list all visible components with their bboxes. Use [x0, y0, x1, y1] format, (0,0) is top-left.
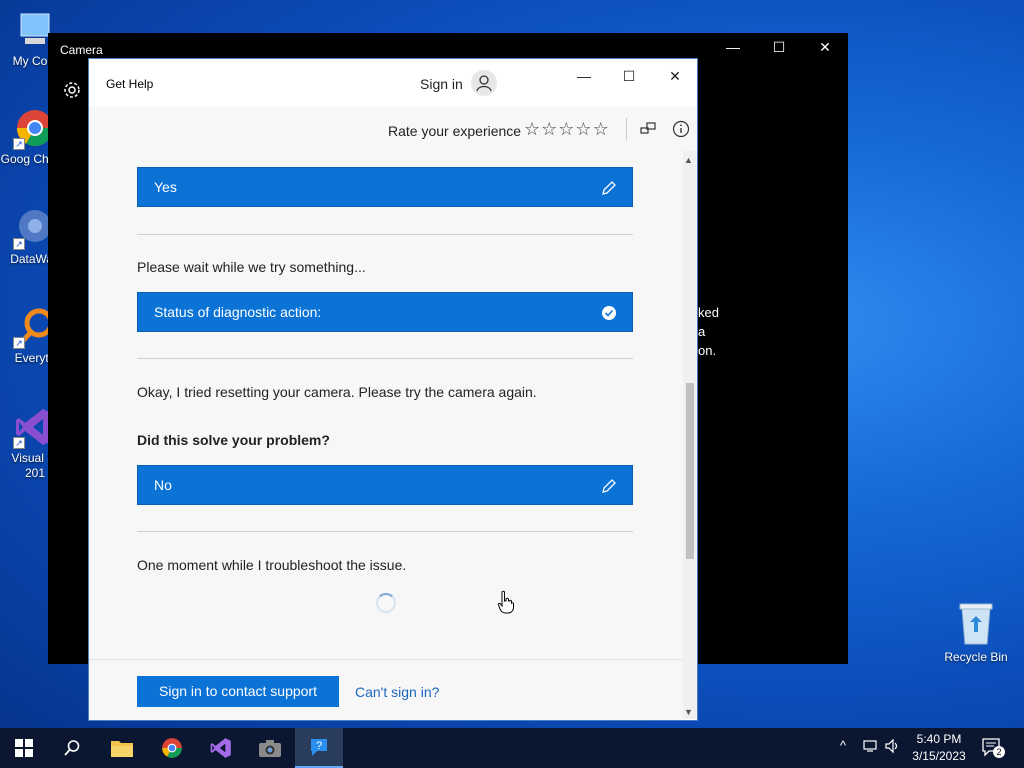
answer-yes-button[interactable]: Yes [137, 167, 633, 207]
star-icon[interactable]: ☆ [558, 119, 575, 139]
shortcut-arrow-icon: ↗ [13, 437, 25, 449]
recycle-bin-icon [956, 600, 996, 646]
shortcut-arrow-icon: ↗ [13, 337, 25, 349]
divider [137, 234, 633, 235]
rating-bar: Rate your experience ☆☆☆☆☆ [89, 107, 697, 151]
shortcut-arrow-icon: ↗ [13, 238, 25, 250]
folder-icon [111, 741, 133, 757]
pencil-icon[interactable] [600, 477, 618, 495]
bot-question: Did this solve your problem? [137, 432, 330, 448]
camera-window-title: Camera [60, 43, 103, 57]
chrome-icon [162, 738, 182, 758]
answer-no-button[interactable]: No [137, 465, 633, 505]
star-icon[interactable]: ☆ [524, 119, 541, 139]
camera-message-line: a [698, 324, 706, 339]
gear-icon[interactable] [62, 80, 82, 100]
pencil-icon[interactable] [600, 179, 618, 197]
clock-time: 5:40 PM [916, 732, 962, 746]
taskbar-chrome[interactable] [148, 728, 196, 768]
checkmark-circle-icon [600, 304, 618, 322]
show-hidden-icons-button[interactable]: ^ [840, 738, 846, 753]
search-icon [64, 740, 80, 756]
camera-message-line: ked [698, 305, 719, 320]
close-button[interactable]: ✕ [655, 68, 695, 88]
window-title: Get Help [106, 77, 154, 91]
maximize-button[interactable]: ☐ [609, 68, 649, 88]
camera-close-button[interactable]: ✕ [802, 39, 848, 56]
divider [626, 118, 627, 140]
clock-date: 3/15/2023 [912, 749, 966, 763]
desktop-icon-label: Recycle Bin [944, 650, 1008, 664]
bot-message: Okay, I tried resetting your camera. Ple… [137, 384, 537, 400]
notification-count-badge: 2 [993, 746, 1005, 758]
taskbar: ? ^ 5:40 PM 3/15/2023 2 [0, 728, 1024, 768]
minimize-button[interactable]: — [564, 68, 604, 88]
star-icon[interactable]: ☆ [575, 119, 592, 139]
rate-experience-label: Rate your experience [388, 123, 522, 139]
status-label: Status of diagnostic action: [154, 304, 322, 320]
scroll-thumb[interactable] [686, 383, 694, 559]
answer-label: Yes [154, 179, 177, 195]
scroll-down-arrow-icon[interactable]: ▼ [684, 707, 693, 717]
diagnostic-status-button[interactable]: Status of diagnostic action: [137, 292, 633, 332]
hand-cursor-icon [497, 590, 515, 614]
taskbar-file-explorer[interactable] [98, 728, 146, 768]
bot-message: Please wait while we try something... [137, 259, 366, 275]
star-icon[interactable]: ☆ [541, 119, 558, 139]
action-center-button[interactable]: 2 [980, 736, 1005, 760]
chat-transcript: Yes Please wait while we try something..… [89, 151, 683, 659]
camera-maximize-button[interactable]: ☐ [756, 39, 802, 56]
clock[interactable]: 5:40 PM 3/15/2023 [900, 731, 978, 765]
start-button[interactable] [0, 728, 48, 768]
search-button[interactable] [48, 728, 96, 768]
shortcut-arrow-icon: ↗ [13, 138, 25, 150]
taskbar-visual-studio[interactable] [197, 728, 245, 768]
network-icon[interactable] [862, 738, 880, 757]
answer-label: No [154, 477, 172, 493]
windows-logo-icon [15, 739, 33, 757]
desktop-icon-recycle-bin[interactable]: Recycle Bin [940, 600, 1012, 664]
camera-message-line: on. [698, 343, 717, 358]
svg-text:?: ? [316, 740, 322, 752]
sign-in-link[interactable]: Sign in [420, 76, 463, 92]
bot-message: One moment while I troubleshoot the issu… [137, 557, 407, 573]
star-icon[interactable]: ☆ [593, 119, 610, 139]
visual-studio-icon [210, 738, 231, 758]
get-help-window: Get Help Sign in — ☐ ✕ Rate your experie… [88, 58, 698, 721]
scrollbar[interactable]: ▲ ▼ [683, 151, 697, 719]
divider [137, 531, 633, 532]
taskbar-camera[interactable] [246, 728, 294, 768]
cant-sign-in-link[interactable]: Can't sign in? [355, 684, 439, 700]
help-footer: Sign in to contact support Can't sign in… [89, 659, 683, 720]
get-help-icon: ? [311, 739, 327, 756]
camera-message: ked a on. [698, 303, 719, 360]
taskbar-get-help[interactable]: ? [295, 728, 343, 768]
loading-spinner-icon [376, 593, 396, 613]
camera-icon [259, 740, 281, 757]
star-rating[interactable]: ☆☆☆☆☆ [524, 119, 610, 140]
account-avatar-icon[interactable] [471, 70, 497, 96]
scroll-up-arrow-icon[interactable]: ▲ [684, 155, 693, 165]
sign-in-to-contact-support-button[interactable]: Sign in to contact support [137, 676, 339, 707]
info-icon[interactable] [671, 119, 691, 139]
share-icon[interactable] [638, 119, 658, 139]
camera-minimize-button[interactable]: — [710, 39, 756, 55]
divider [137, 358, 633, 359]
